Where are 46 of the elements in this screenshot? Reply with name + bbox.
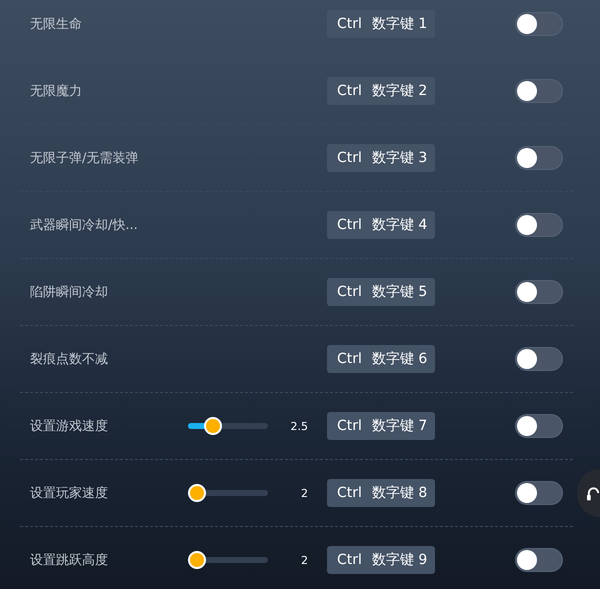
hotkey-key: 数字键 9 <box>372 551 428 569</box>
toggle-switch[interactable] <box>515 280 563 304</box>
cheat-label: 裂痕点数不减 <box>29 351 109 368</box>
modifier-key: Ctrl <box>337 284 362 300</box>
slider-thumb[interactable] <box>188 484 206 502</box>
slider-value: 2 <box>300 554 308 566</box>
toggle-switch[interactable] <box>515 347 563 371</box>
slider[interactable] <box>188 417 268 435</box>
slider-value: 2 <box>300 486 308 500</box>
hotkey-key: 数字键 6 <box>372 350 428 368</box>
cheat-label: 无限魔力 <box>29 83 83 100</box>
modifier-key: Ctrl <box>337 150 362 166</box>
toggle-switch[interactable] <box>515 548 563 572</box>
slider[interactable] <box>188 551 268 569</box>
modifier-key: Ctrl <box>337 83 362 99</box>
slider-value: 2.5 <box>290 420 308 432</box>
hotkey-key: 数字键 8 <box>372 484 428 502</box>
toggle-switch[interactable] <box>515 481 563 505</box>
toggle-switch[interactable] <box>515 213 563 237</box>
hotkey-key: 数字键 7 <box>372 417 428 435</box>
modifier-key: Ctrl <box>337 552 362 568</box>
cheat-label: 无限子弹/无需装弹 <box>29 150 140 167</box>
hotkey-key: 数字键 3 <box>372 149 428 167</box>
cheat-label: 设置跳跃高度 <box>29 552 109 569</box>
cheat-label: 陷阱瞬间冷却 <box>29 284 109 301</box>
hotkey-key: 数字键 1 <box>372 15 428 33</box>
toggle-switch[interactable] <box>515 146 563 170</box>
hotkey-key: 数字键 2 <box>372 82 428 100</box>
hotkey-key: 数字键 5 <box>372 283 428 301</box>
modifier-key: Ctrl <box>337 217 362 233</box>
toggle-switch[interactable] <box>515 414 563 438</box>
cheat-label: 无限生命 <box>29 16 83 33</box>
modifier-key: Ctrl <box>337 16 362 32</box>
hotkey-key: 数字键 4 <box>372 216 428 234</box>
cheat-label: 设置玩家速度 <box>29 485 109 502</box>
cheat-label: 设置游戏速度 <box>29 418 109 435</box>
toggle-switch[interactable] <box>515 12 563 36</box>
slider-thumb[interactable] <box>204 417 222 435</box>
modifier-key: Ctrl <box>337 351 362 367</box>
modifier-key: Ctrl <box>337 485 362 501</box>
headset-button[interactable] <box>577 469 600 517</box>
slider-thumb[interactable] <box>188 551 206 569</box>
modifier-key: Ctrl <box>337 418 362 434</box>
toggle-switch[interactable] <box>515 79 563 103</box>
slider[interactable] <box>188 484 268 502</box>
cheat-label: 武器瞬间冷却/快... <box>29 217 139 234</box>
